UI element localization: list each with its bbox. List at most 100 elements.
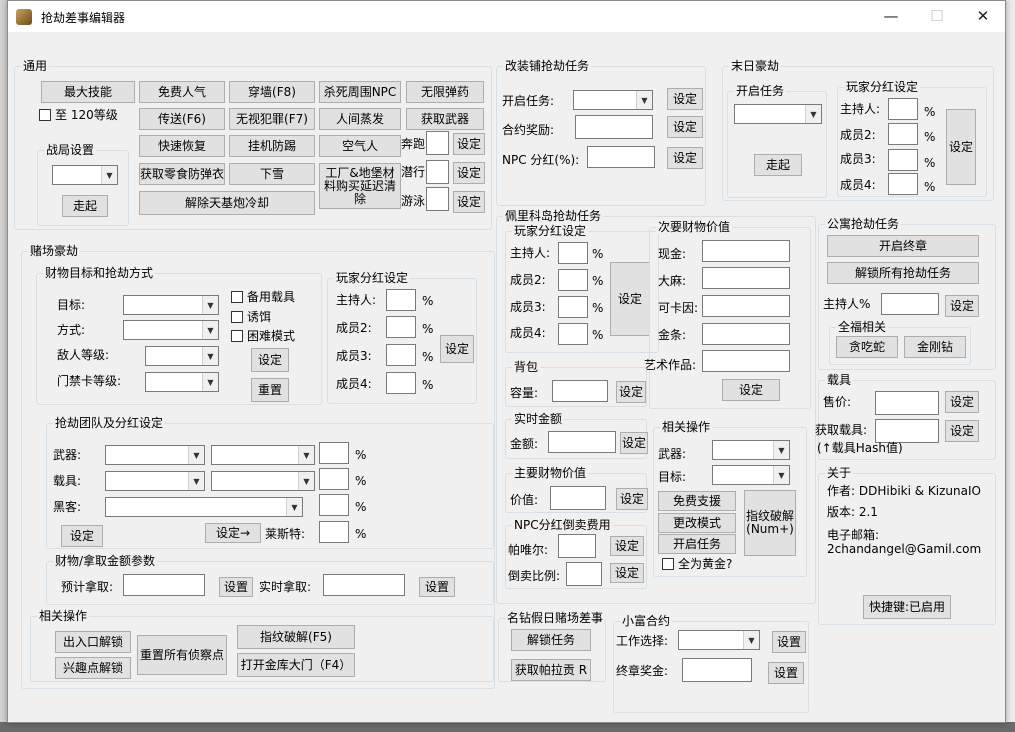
final-bonus-set-button[interactable]: 设置	[768, 662, 804, 684]
coke-input[interactable]	[702, 295, 790, 317]
run-set-button[interactable]: 设定	[453, 133, 485, 155]
gold-input[interactable]	[702, 323, 790, 345]
lester-share-input[interactable]	[319, 521, 349, 543]
backup-vehicle-checkbox[interactable]	[231, 291, 243, 303]
expected-take-set-button[interactable]: 设置	[219, 577, 253, 597]
wall-walk-button[interactable]: 穿墙(F8)	[229, 81, 315, 103]
dive-set-button[interactable]: 设定	[453, 162, 485, 184]
secondary-set-button[interactable]: 设定	[722, 379, 780, 401]
quick-recover-button[interactable]: 快速恢复	[139, 135, 225, 157]
dive-input[interactable]	[426, 160, 449, 184]
enemy-level-select[interactable]: ▼	[145, 346, 219, 366]
reset-scouts-button[interactable]: 重置所有侦察点	[137, 635, 227, 675]
close-button[interactable]: ✕	[960, 1, 1006, 31]
hotkey-button[interactable]: 快捷键:已启用	[863, 595, 951, 619]
snow-button[interactable]: 下雪	[229, 163, 315, 185]
infinite-ammo-button[interactable]: 无限弹药	[406, 81, 484, 103]
level-120-checkbox[interactable]	[39, 109, 51, 121]
primary-value-input[interactable]	[550, 486, 606, 510]
vajra-button[interactable]: 金刚钻	[904, 336, 966, 358]
hacker-select[interactable]: ▼	[105, 497, 303, 517]
cayo-start-task-button[interactable]: 开启任务	[658, 534, 736, 554]
weapon-select-b[interactable]: ▼	[211, 445, 315, 465]
get-weapon-button[interactable]: 获取武器	[406, 108, 484, 130]
contract-reward-input[interactable]	[575, 115, 653, 139]
greedy-snake-button[interactable]: 贪吃蛇	[836, 336, 898, 358]
all-gold-checkbox[interactable]	[662, 558, 674, 570]
modify-start-select[interactable]: ▼	[573, 90, 653, 110]
doomsday-member3-input[interactable]	[888, 149, 918, 171]
price-input[interactable]	[875, 391, 939, 415]
doomsday-host-input[interactable]	[888, 98, 918, 120]
member4-share-input[interactable]	[386, 372, 416, 394]
vehicle-select-a[interactable]: ▼	[105, 471, 205, 491]
team-set-arrow-button[interactable]: 设定→	[205, 523, 261, 543]
fingerprint-f5-button[interactable]: 指纹破解(F5)	[237, 625, 355, 649]
doomsday-member4-input[interactable]	[888, 173, 918, 195]
cayo-weapon-select[interactable]: ▼	[712, 440, 790, 460]
fence-input[interactable]	[566, 562, 602, 586]
work-choice-set-button[interactable]: 设置	[772, 631, 806, 653]
expected-take-input[interactable]	[123, 574, 205, 596]
factory-bunker-button[interactable]: 工厂&地堡材料购买延迟清除	[319, 163, 401, 209]
capacity-input[interactable]	[552, 380, 608, 402]
weed-input[interactable]	[702, 267, 790, 289]
target-mode-set-button[interactable]: 设定	[251, 348, 289, 372]
vehicle-set-button[interactable]: 设定	[945, 420, 979, 442]
doomsday-task-select[interactable]: ▼	[734, 104, 822, 124]
snack-armor-button[interactable]: 获取零食防弹衣	[139, 163, 225, 185]
cayo-fingerprint-button[interactable]: 指纹破解(Num+)	[744, 490, 796, 556]
orbital-cooldown-button[interactable]: 解除天基炮冷却	[139, 191, 315, 215]
air-man-button[interactable]: 空气人	[319, 135, 401, 157]
max-skill-button[interactable]: 最大技能	[41, 81, 135, 103]
start-finale-button[interactable]: 开启终章	[827, 235, 979, 257]
evaporate-button[interactable]: 人间蒸发	[319, 108, 401, 130]
actual-take-input[interactable]	[323, 574, 405, 596]
member3-share-input[interactable]	[386, 344, 416, 366]
actual-take-set-button[interactable]: 设置	[419, 577, 455, 597]
apartment-host-set-button[interactable]: 设定	[945, 295, 979, 317]
mode-select[interactable]: ▼	[123, 320, 219, 340]
keycard-select[interactable]: ▼	[145, 372, 219, 392]
swim-set-button[interactable]: 设定	[453, 191, 485, 213]
doomsday-member2-input[interactable]	[888, 123, 918, 145]
hacker-share-input[interactable]	[319, 494, 349, 516]
capacity-set-button[interactable]: 设定	[616, 381, 646, 403]
modify-start-set-button[interactable]: 设定	[667, 88, 703, 110]
teleport-button[interactable]: 传送(F6)	[139, 108, 225, 130]
cayo-share-set-button[interactable]: 设定	[610, 262, 650, 336]
npc-share-input[interactable]	[587, 146, 655, 168]
pavel-input[interactable]	[558, 534, 596, 558]
vehicle-share-input[interactable]	[319, 468, 349, 490]
celebrity-unlock-button[interactable]: 解锁任务	[511, 629, 591, 651]
member2-share-input[interactable]	[386, 316, 416, 338]
change-mode-button[interactable]: 更改模式	[658, 513, 736, 533]
casino-share-set-button[interactable]: 设定	[440, 335, 474, 363]
team-set-button[interactable]: 设定	[61, 525, 103, 547]
npc-share-set-button[interactable]: 设定	[667, 147, 703, 169]
vehicle-hash-input[interactable]	[875, 419, 939, 443]
final-bonus-input[interactable]	[682, 658, 752, 682]
battle-settings-select[interactable]: ▼	[52, 165, 118, 185]
cayo-member2-input[interactable]	[558, 269, 588, 291]
weapon-select-a[interactable]: ▼	[105, 445, 205, 465]
doomsday-go-button[interactable]: 走起	[754, 154, 802, 176]
primary-value-set-button[interactable]: 设定	[616, 488, 648, 510]
kill-npc-button[interactable]: 杀死周围NPC	[319, 81, 401, 103]
fence-set-button[interactable]: 设定	[610, 563, 644, 583]
contract-reward-set-button[interactable]: 设定	[667, 116, 703, 138]
vehicle-select-b[interactable]: ▼	[211, 471, 315, 491]
cayo-member3-input[interactable]	[558, 296, 588, 318]
art-input[interactable]	[702, 350, 790, 372]
door-unlock-button[interactable]: 出入口解锁	[55, 631, 131, 653]
doomsday-share-set-button[interactable]: 设定	[946, 109, 976, 185]
free-snack-button[interactable]: 免费人气	[139, 81, 225, 103]
vault-door-button[interactable]: 打开金库大门（F4）	[237, 653, 355, 677]
target-select[interactable]: ▼	[123, 295, 219, 315]
amount-input[interactable]	[548, 431, 616, 453]
free-support-button[interactable]: 免费支援	[658, 491, 736, 511]
apartment-host-input[interactable]	[881, 293, 939, 315]
battle-go-button[interactable]: 走起	[62, 195, 108, 217]
work-choice-select[interactable]: ▼	[678, 630, 760, 650]
target-mode-reset-button[interactable]: 重置	[251, 378, 289, 402]
